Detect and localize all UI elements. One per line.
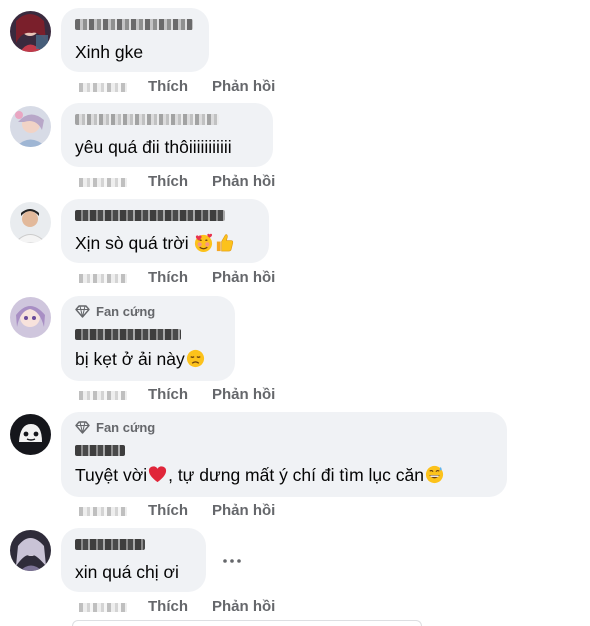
comment-text-suffix: , tự dưng mất ý chí đi tìm lục căn (168, 465, 424, 485)
blurred-author-name[interactable] (75, 114, 219, 125)
comment-text: Xinh gke (75, 42, 144, 62)
fan-badge-label: Fan cứng (96, 420, 156, 435)
comment-text-content: bị kẹt ở ải này (75, 349, 185, 369)
fan-badge: Fan cứng (75, 304, 155, 319)
reply-input-edge (72, 620, 422, 626)
blurred-timestamp[interactable] (79, 274, 127, 283)
comment-bubble: Xinh gke (61, 8, 209, 72)
comment-text: xin quá chị ơi (75, 562, 179, 582)
avatar-image (10, 202, 51, 243)
comment-text: bị kẹt ở ải này (75, 348, 206, 370)
comment-text: Tuyệt vời , tự dưng mất ý chí đi tìm lục… (75, 464, 445, 486)
avatar-image (10, 106, 51, 147)
reply-button[interactable]: Phản hồi (212, 598, 275, 615)
disappointed-face-icon (186, 349, 204, 368)
fan-badge: Fan cứng (75, 420, 155, 435)
avatar[interactable] (10, 11, 51, 52)
blurred-timestamp[interactable] (79, 178, 127, 187)
avatar-image (10, 530, 51, 571)
comment-bubble: Fan cứng Tuyệt vời , tự dưng mất ý chí đ… (61, 412, 507, 497)
like-button[interactable]: Thích (148, 386, 188, 403)
blurred-timestamp[interactable] (79, 391, 127, 400)
avatar[interactable] (10, 530, 51, 571)
comment-bubble: yêu quá đii thôiiiiiiiiiii (61, 103, 273, 167)
avatar[interactable] (10, 202, 51, 243)
reply-button[interactable]: Phản hồi (212, 502, 275, 519)
blurred-author-name[interactable] (75, 539, 145, 550)
reply-button[interactable]: Phản hồi (212, 269, 275, 286)
blurred-author-name[interactable] (75, 210, 225, 221)
diamond-icon (75, 305, 90, 318)
reply-button[interactable]: Phản hồi (212, 386, 275, 403)
comment-bubble: Xịn sò quá trời (61, 199, 269, 263)
thumbs-up-icon (217, 234, 234, 252)
blurred-author-name[interactable] (75, 19, 193, 30)
reply-button[interactable]: Phản hồi (212, 78, 275, 95)
smiling-face-with-hearts-icon (195, 233, 213, 253)
comment-bubble: Fan cứng bị kẹt ở ải này (61, 296, 235, 381)
avatar[interactable] (10, 106, 51, 147)
grinning-face-with-sweat-icon (425, 465, 444, 484)
blurred-timestamp[interactable] (79, 603, 127, 612)
reply-button[interactable]: Phản hồi (212, 173, 275, 190)
comment-text: Xịn sò quá trời (75, 232, 235, 254)
blurred-author-name[interactable] (75, 329, 181, 340)
like-button[interactable]: Thích (148, 78, 188, 95)
like-button[interactable]: Thích (148, 269, 188, 286)
avatar[interactable] (10, 414, 51, 455)
comment-text-content: Tuyệt vời (75, 465, 148, 485)
avatar[interactable] (10, 297, 51, 338)
avatar-image (10, 414, 51, 455)
avatar-image (10, 11, 51, 52)
blurred-author-name[interactable] (75, 445, 125, 456)
more-horizontal-icon[interactable] (221, 553, 243, 569)
red-heart-icon (149, 466, 167, 483)
like-button[interactable]: Thích (148, 173, 188, 190)
fan-badge-label: Fan cứng (96, 304, 156, 319)
avatar-image (10, 297, 51, 338)
comment-text: yêu quá đii thôiiiiiiiiiii (75, 137, 232, 157)
comment-bubble: xin quá chị ơi (61, 528, 206, 592)
like-button[interactable]: Thích (148, 598, 188, 615)
diamond-icon (75, 421, 90, 434)
like-button[interactable]: Thích (148, 502, 188, 519)
blurred-timestamp[interactable] (79, 507, 127, 516)
blurred-timestamp[interactable] (79, 83, 127, 92)
comment-text-content: Xịn sò quá trời (75, 233, 194, 253)
